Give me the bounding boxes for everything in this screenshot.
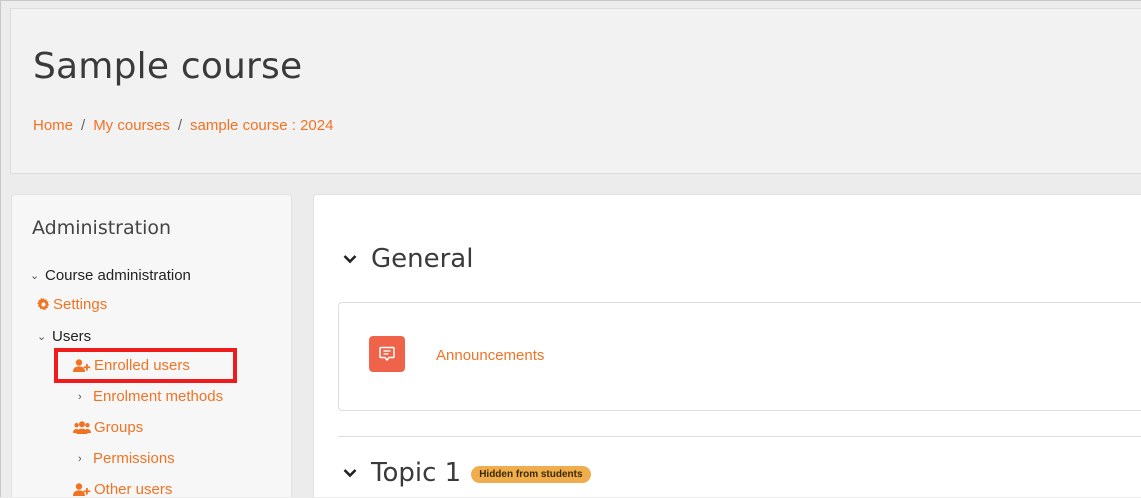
users-icon <box>73 421 91 434</box>
groups-label: Groups <box>94 419 144 436</box>
other-users-label: Other users <box>94 481 173 498</box>
section-general-header: General <box>343 244 473 274</box>
administration-block-title: Administration <box>32 217 172 239</box>
settings-link[interactable]: Settings <box>37 296 107 313</box>
page-title: Sample course <box>33 46 303 87</box>
user-plus-icon <box>73 483 91 496</box>
section-divider <box>338 436 1141 437</box>
gear-icon <box>37 298 50 311</box>
users-node[interactable]: ⌄ Users <box>37 328 91 345</box>
section-general-title: General <box>371 244 474 274</box>
chevron-down-icon[interactable] <box>343 254 357 264</box>
permissions-label: Permissions <box>93 450 175 467</box>
enrolment-methods-label: Enrolment methods <box>93 388 224 405</box>
other-users-link[interactable]: Other users <box>73 481 172 498</box>
users-label: Users <box>52 328 92 345</box>
chevron-down-icon: ⌄ <box>37 331 47 343</box>
breadcrumb-separator: / <box>81 117 86 134</box>
activity-card: Announcements <box>338 302 1141 411</box>
hidden-from-students-badge: Hidden from students <box>471 465 591 483</box>
page-header: Sample course Home / My courses / sample… <box>10 8 1141 174</box>
chevron-right-icon: › <box>78 452 82 465</box>
enrolled-users-label: Enrolled users <box>94 357 190 374</box>
permissions-link[interactable]: › Permissions <box>78 450 175 467</box>
breadcrumb-home-link[interactable]: Home <box>33 117 73 134</box>
announcements-link[interactable]: Announcements <box>436 347 544 364</box>
forum-icon <box>369 336 405 372</box>
enrolment-methods-link[interactable]: › Enrolment methods <box>78 388 223 405</box>
chevron-right-icon: › <box>78 390 82 403</box>
settings-label: Settings <box>53 296 108 313</box>
user-plus-icon <box>73 359 91 372</box>
breadcrumb-course-link[interactable]: sample course : 2024 <box>190 117 333 134</box>
breadcrumb-my-courses-link[interactable]: My courses <box>93 117 170 134</box>
groups-link[interactable]: Groups <box>73 419 143 436</box>
breadcrumb: Home / My courses / sample course : 2024 <box>33 117 333 134</box>
enrolled-users-link[interactable]: Enrolled users <box>73 357 190 374</box>
section-topic1-title: Topic 1 <box>371 458 462 488</box>
section-topic1-header: Topic 1 Hidden from students <box>343 458 591 488</box>
breadcrumb-separator: / <box>177 117 183 134</box>
course-administration-label: Course administration <box>45 267 191 284</box>
chevron-down-icon: ⌄ <box>30 270 40 282</box>
course-administration-node[interactable]: ⌄ Course administration <box>30 267 191 284</box>
chevron-down-icon[interactable] <box>343 468 357 478</box>
